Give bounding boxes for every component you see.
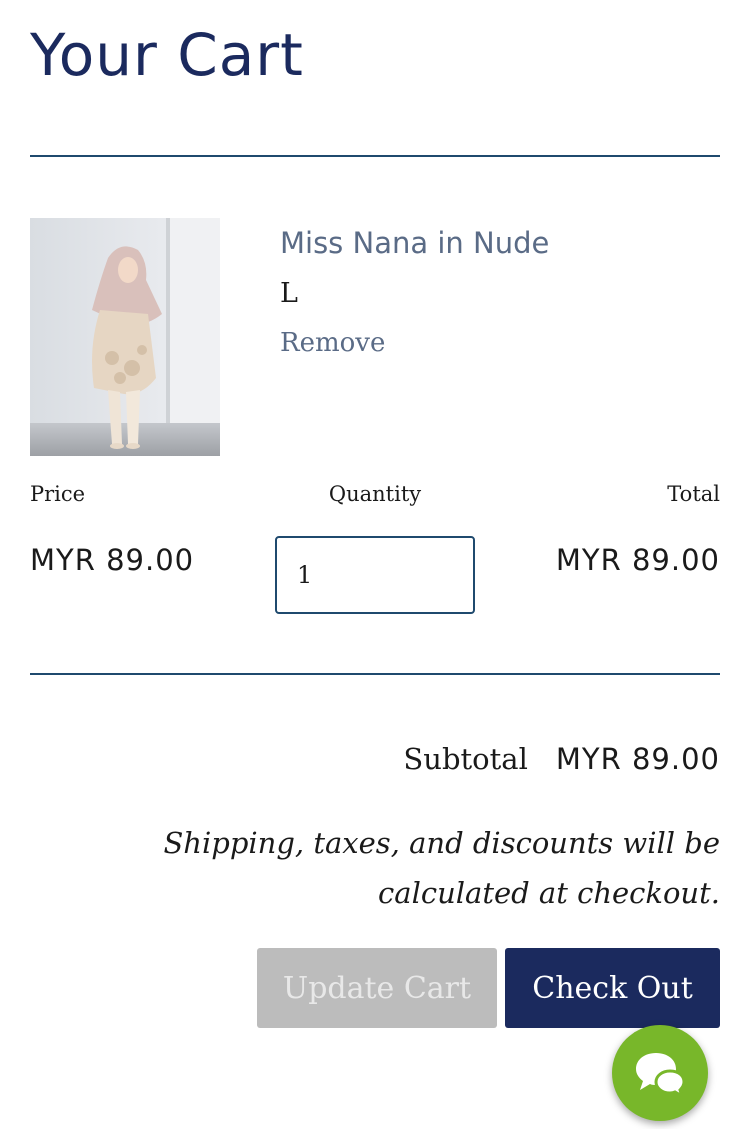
update-cart-button[interactable]: Update Cart	[257, 948, 497, 1028]
product-image[interactable]	[30, 218, 220, 456]
item-price: MYR 89.00	[30, 543, 195, 577]
shipping-note: Shipping, taxes, and discounts will be c…	[163, 826, 720, 910]
quantity-column-header: Quantity	[328, 482, 422, 506]
total-column-header: Total	[667, 482, 720, 506]
subtotal-value: MYR 89.00	[555, 742, 720, 776]
page-title: Your Cart	[30, 21, 304, 89]
top-divider	[30, 155, 720, 157]
quantity-input[interactable]	[275, 536, 475, 614]
chat-bubbles-icon	[636, 1053, 686, 1097]
bottom-divider	[30, 673, 720, 675]
cart-page: Your Cart Miss Nana in Nude L Remove Pri…	[0, 0, 750, 1129]
subtotal-row: Subtotal MYR 89.00	[403, 742, 720, 776]
subtotal-label: Subtotal	[403, 742, 528, 776]
product-variant: L	[280, 278, 298, 309]
product-photo	[30, 218, 220, 456]
checkout-button[interactable]: Check Out	[505, 948, 720, 1028]
product-name-link[interactable]: Miss Nana in Nude	[280, 226, 549, 260]
item-total: MYR 89.00	[555, 543, 720, 577]
price-column-header: Price	[30, 482, 86, 506]
remove-item-link[interactable]: Remove	[280, 328, 385, 358]
chat-button[interactable]	[612, 1025, 708, 1121]
